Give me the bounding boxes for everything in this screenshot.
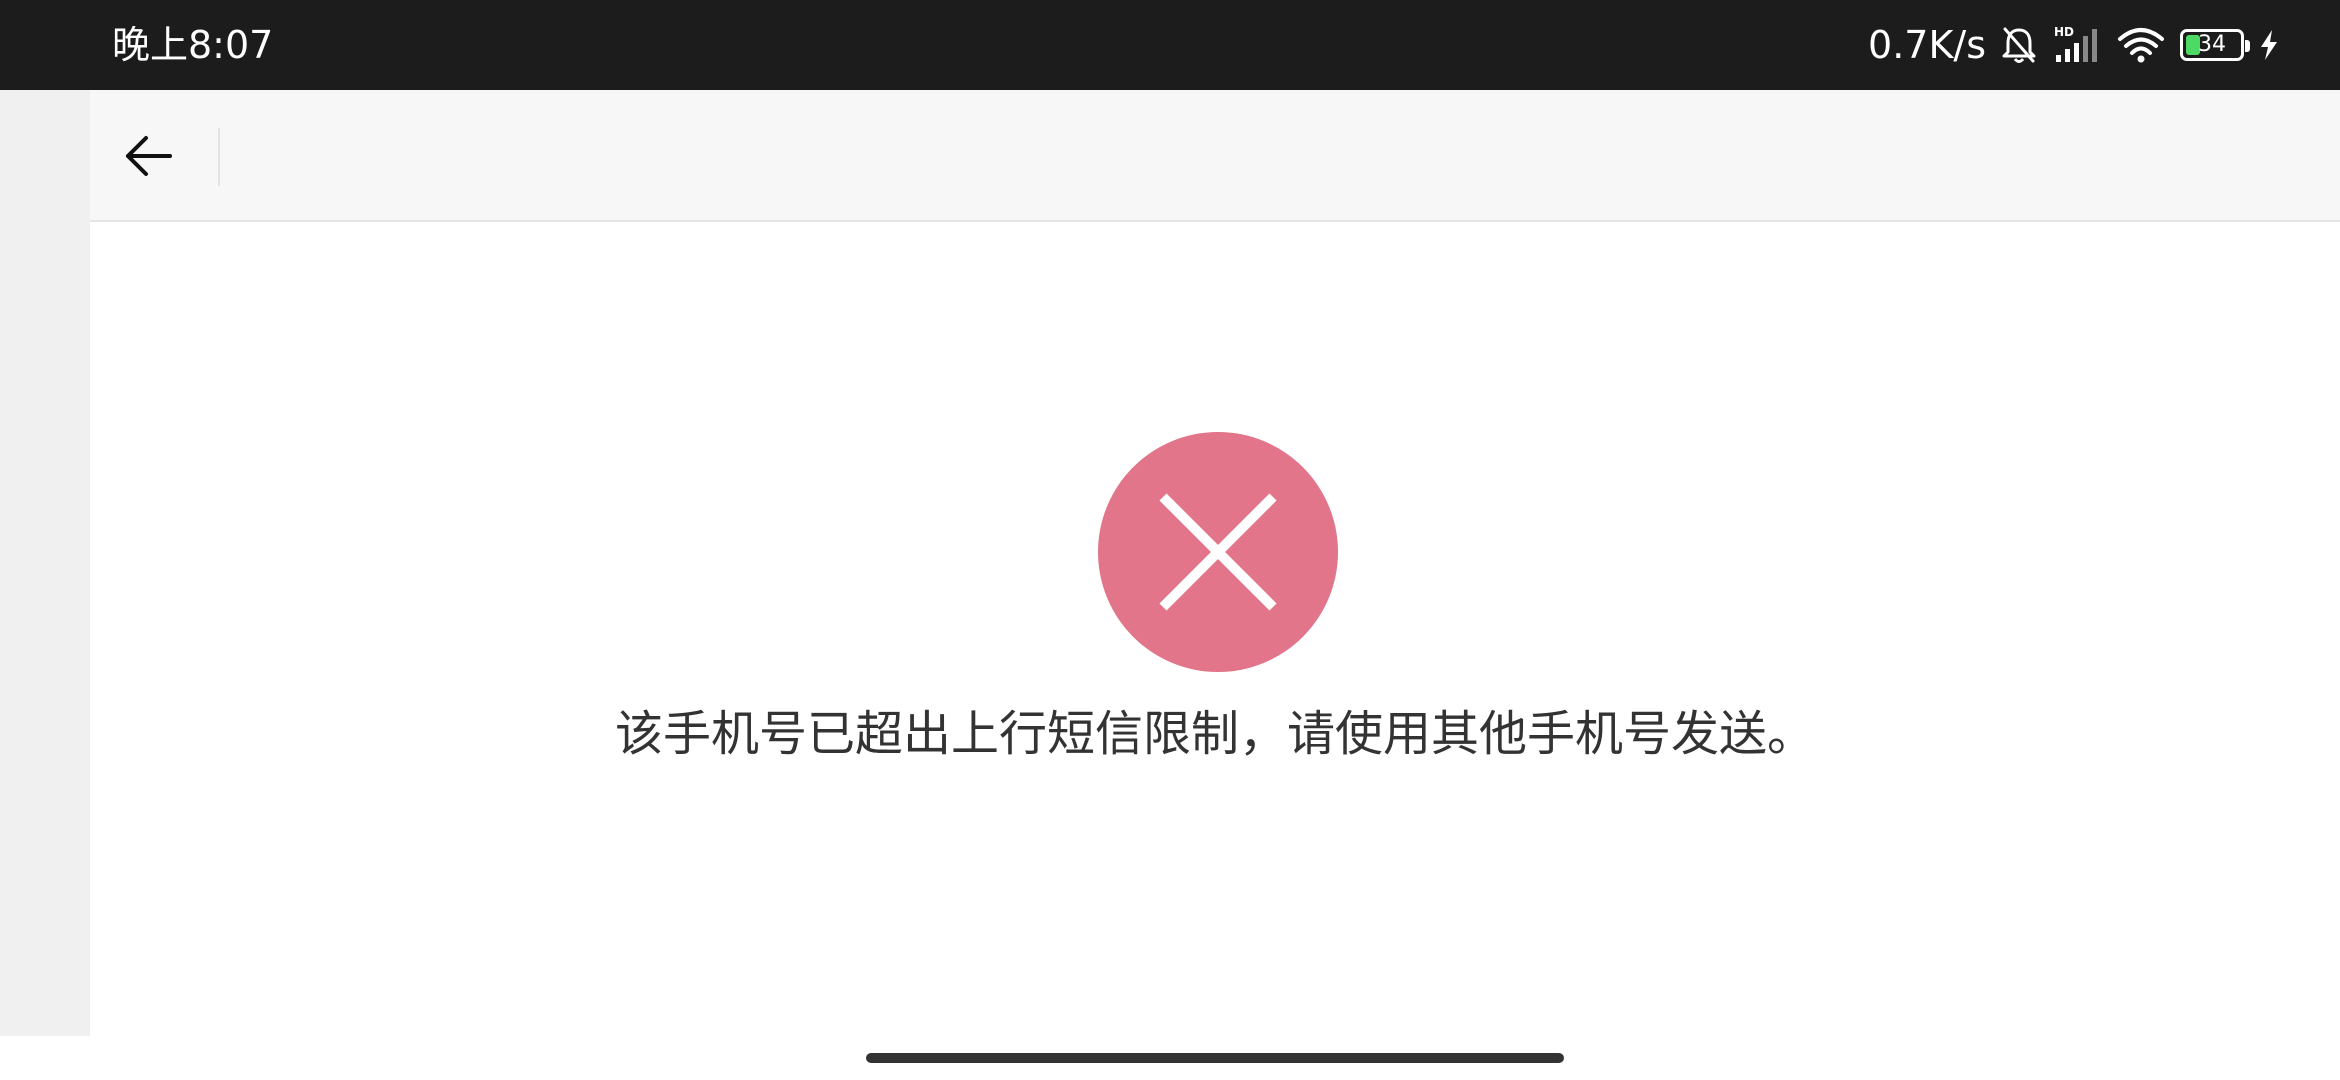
hd-label: HD (2054, 25, 2074, 39)
battery-level: 34 (2198, 32, 2226, 57)
battery-icon: 34 (2180, 20, 2250, 70)
back-button[interactable] (118, 126, 178, 186)
main-content: 该手机号已超出上行短信限制，请使用其他手机号发送。 (90, 222, 2340, 1036)
app-header (90, 90, 2340, 222)
status-time: 晚上8:07 (112, 23, 274, 67)
header-divider (218, 128, 220, 186)
charging-icon (2258, 20, 2280, 70)
home-indicator[interactable] (866, 1053, 1564, 1063)
wifi-icon (2116, 20, 2166, 70)
error-x-icon (1098, 432, 1338, 672)
error-message: 该手机号已超出上行短信限制，请使用其他手机号发送。 (614, 706, 1815, 762)
network-speed: 0.7K/s (1868, 23, 1986, 67)
mute-bell-icon (2000, 20, 2038, 70)
arrow-left-icon (126, 136, 172, 176)
status-indicators: 0.7K/s HD 34 (1868, 0, 2280, 90)
status-bar: 晚上8:07 0.7K/s HD 34 (0, 0, 2340, 90)
side-strip (0, 90, 90, 1036)
signal-icon: HD (2052, 20, 2102, 70)
